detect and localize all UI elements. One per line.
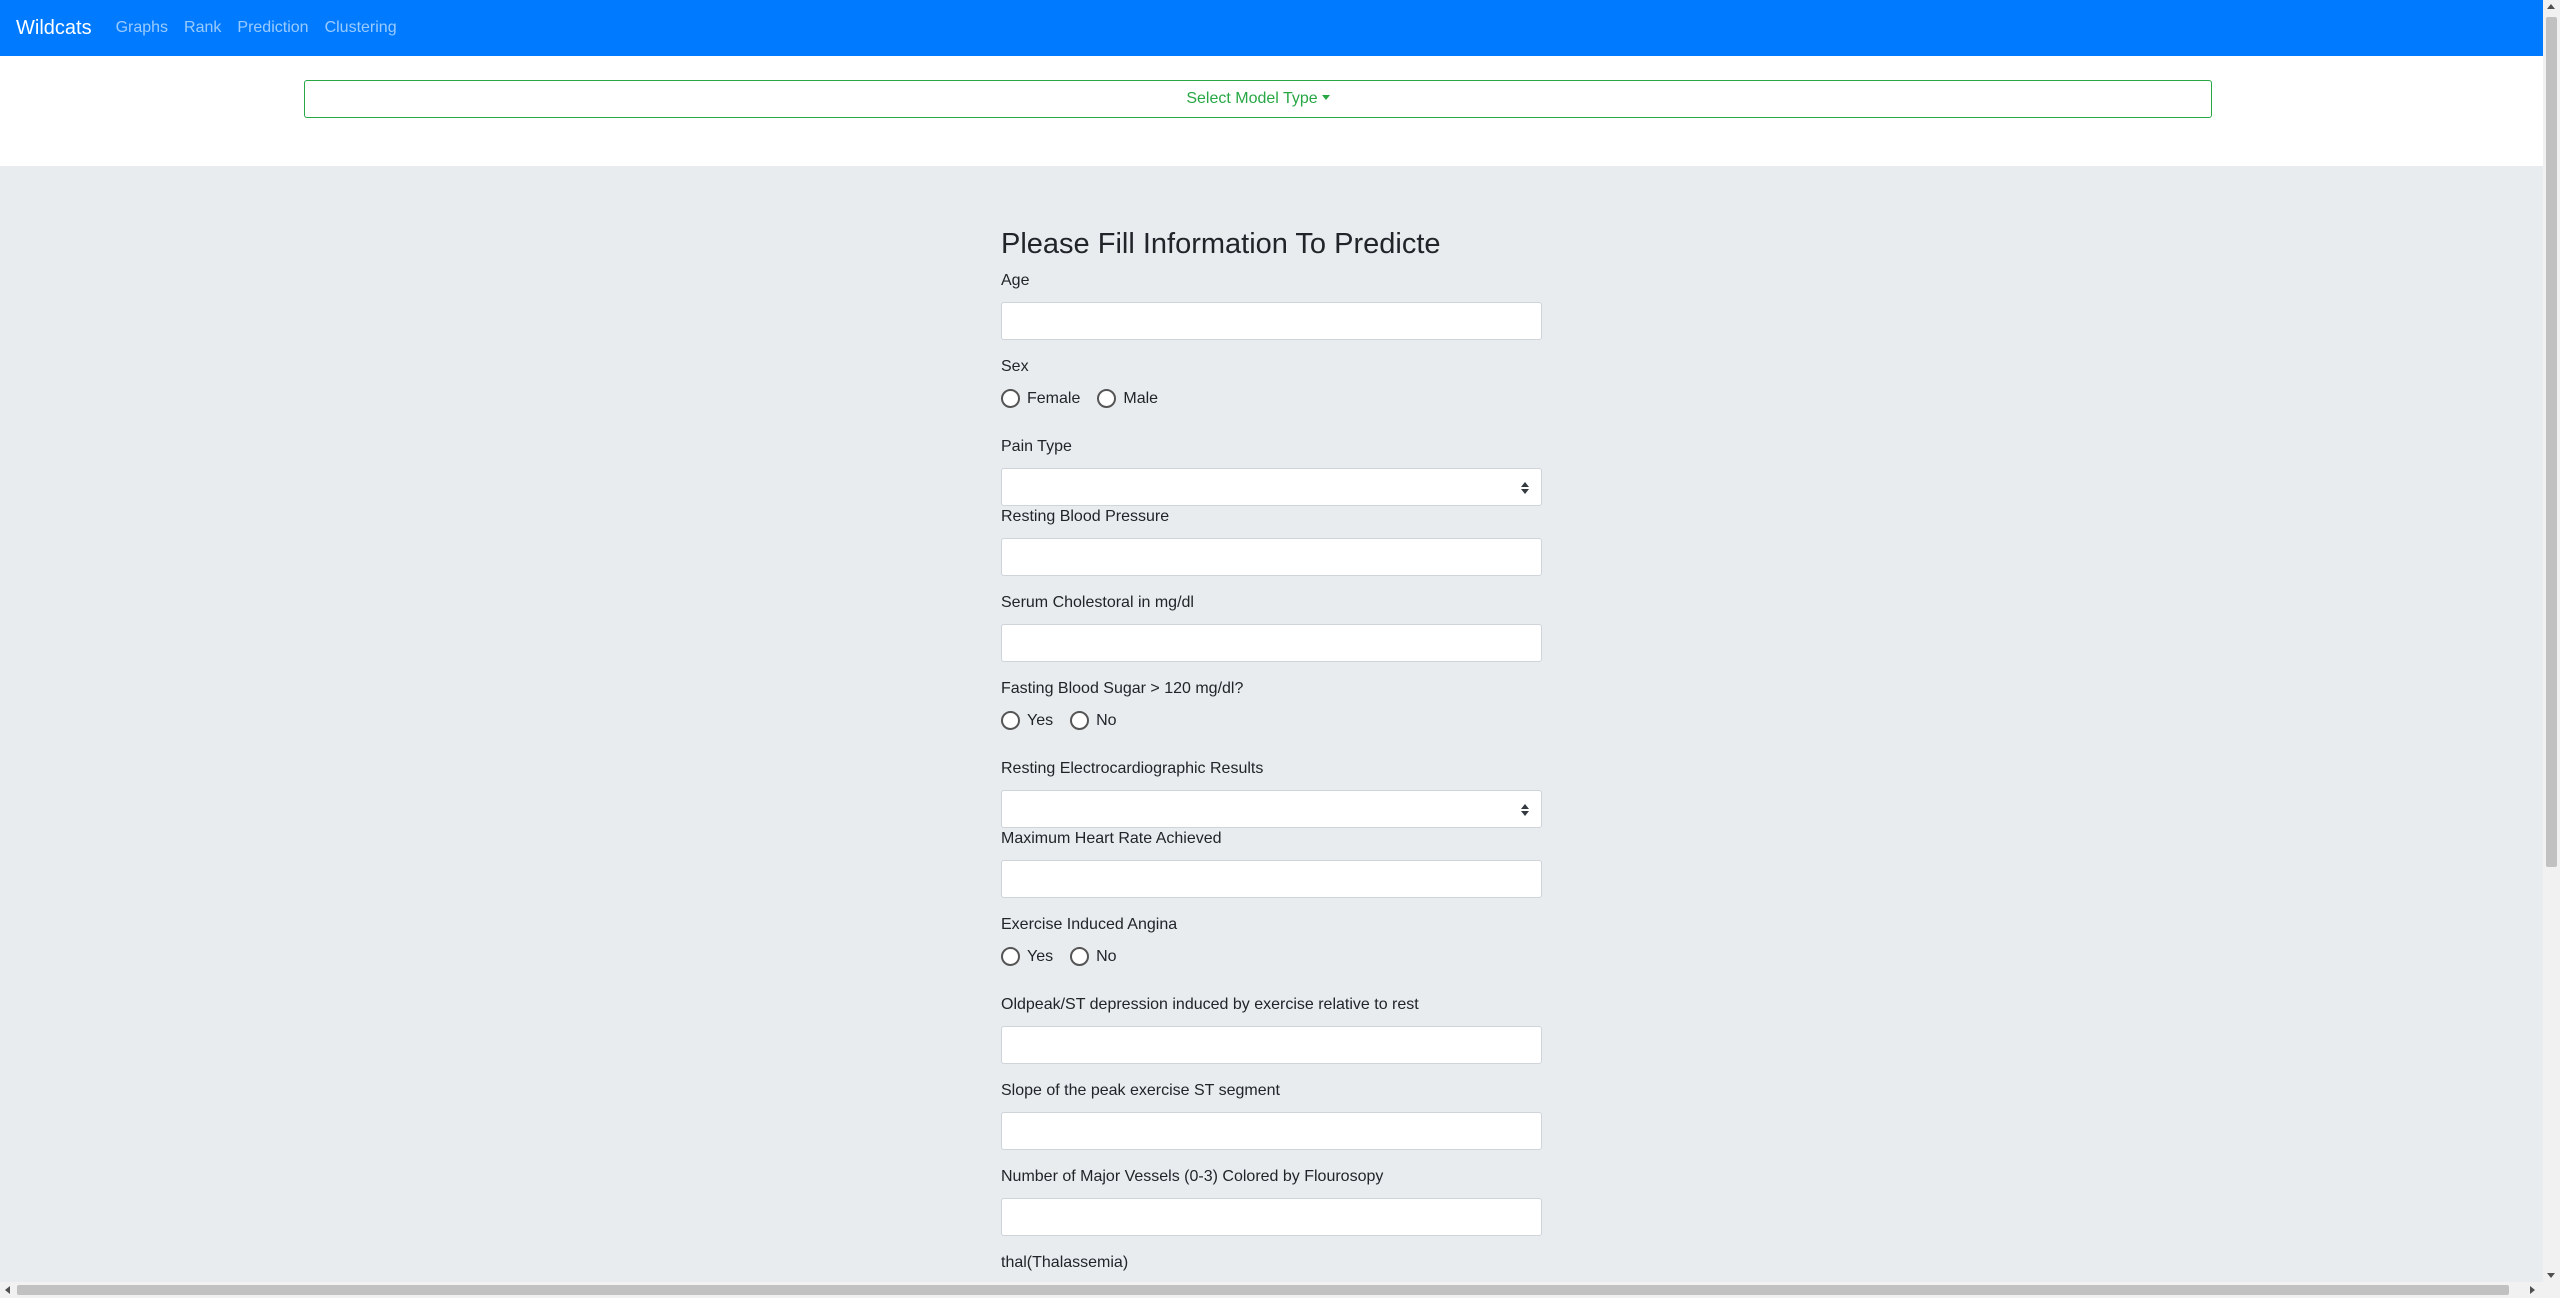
- sex-male-label: Male: [1123, 389, 1159, 407]
- angina-label: Exercise Induced Angina: [1001, 916, 1178, 933]
- prediction-content: Please Fill Information To Predicte Age …: [0, 166, 2543, 1282]
- vessels-input[interactable]: [1001, 1198, 1542, 1236]
- form-title: Please Fill Information To Predicte: [1001, 228, 1441, 260]
- select-model-type-label: Select Model Type: [1186, 90, 1318, 107]
- vertical-scrollbar[interactable]: [2543, 0, 2560, 1282]
- thal-label: thal(Thalassemia): [1001, 1254, 1129, 1271]
- nav-link-clustering[interactable]: Clustering: [325, 19, 397, 37]
- resting-bp-label: Resting Blood Pressure: [1001, 508, 1170, 525]
- scroll-right-icon[interactable]: [2530, 1286, 2535, 1294]
- angina-no-radio[interactable]: [1070, 947, 1090, 966]
- fasting-sugar-radio-group: Yes No: [1001, 711, 1134, 730]
- nav-link-prediction[interactable]: Prediction: [237, 19, 308, 37]
- cholesterol-label: Serum Cholestoral in mg/dl: [1001, 594, 1194, 611]
- sex-female-label: Female: [1027, 389, 1081, 407]
- horizontal-scrollbar[interactable]: [0, 1282, 2560, 1298]
- resting-ecg-label: Resting Electrocardiographic Results: [1001, 760, 1264, 777]
- angina-yes-label: Yes: [1027, 947, 1054, 965]
- max-heart-rate-label: Maximum Heart Rate Achieved: [1001, 830, 1222, 847]
- sex-label: Sex: [1001, 358, 1029, 375]
- sex-radio-group: Female Male: [1001, 389, 1175, 408]
- resting-ecg-select[interactable]: [1001, 790, 1542, 828]
- fasting-sugar-no-label: No: [1096, 711, 1117, 729]
- slope-label: Slope of the peak exercise ST segment: [1001, 1082, 1280, 1099]
- vessels-label: Number of Major Vessels (0-3) Colored by…: [1001, 1168, 1384, 1185]
- fasting-sugar-no-radio[interactable]: [1070, 711, 1090, 730]
- fasting-sugar-yes-radio[interactable]: [1001, 711, 1020, 730]
- select-arrows-icon: [1521, 804, 1529, 816]
- sex-male-radio[interactable]: [1097, 389, 1117, 408]
- select-model-type-dropdown[interactable]: Select Model Type: [304, 80, 2212, 118]
- scroll-down-icon[interactable]: [2547, 1273, 2555, 1278]
- caret-down-icon: [1321, 95, 1330, 100]
- fasting-sugar-label: Fasting Blood Sugar > 120 mg/dl?: [1001, 680, 1244, 697]
- nav-link-rank[interactable]: Rank: [184, 19, 221, 37]
- sex-female-radio[interactable]: [1001, 389, 1020, 408]
- nav-link-graphs[interactable]: Graphs: [116, 19, 168, 37]
- age-input[interactable]: [1001, 302, 1542, 340]
- resting-bp-input[interactable]: [1001, 538, 1542, 576]
- angina-yes-radio[interactable]: [1001, 947, 1020, 966]
- scroll-left-icon[interactable]: [5, 1286, 10, 1294]
- age-label: Age: [1001, 272, 1030, 289]
- pain-type-label: Pain Type: [1001, 438, 1072, 455]
- horizontal-scrollbar-thumb[interactable]: [17, 1285, 2509, 1295]
- oldpeak-label: Oldpeak/ST depression induced by exercis…: [1001, 996, 1419, 1013]
- angina-no-label: No: [1096, 947, 1117, 965]
- brand-logo[interactable]: Wildcats: [16, 17, 92, 40]
- scroll-up-icon[interactable]: [2547, 4, 2555, 9]
- fasting-sugar-yes-label: Yes: [1027, 711, 1054, 729]
- model-select-section: Select Model Type: [0, 56, 2543, 166]
- angina-radio-group: Yes No: [1001, 947, 1134, 966]
- max-heart-rate-input[interactable]: [1001, 860, 1542, 898]
- vertical-scrollbar-thumb[interactable]: [2546, 17, 2557, 867]
- select-arrows-icon: [1521, 482, 1529, 494]
- oldpeak-input[interactable]: [1001, 1026, 1542, 1064]
- pain-type-select[interactable]: [1001, 468, 1542, 506]
- cholesterol-input[interactable]: [1001, 624, 1542, 662]
- top-navbar: Wildcats Graphs Rank Prediction Clusteri…: [0, 0, 2543, 56]
- slope-input[interactable]: [1001, 1112, 1542, 1150]
